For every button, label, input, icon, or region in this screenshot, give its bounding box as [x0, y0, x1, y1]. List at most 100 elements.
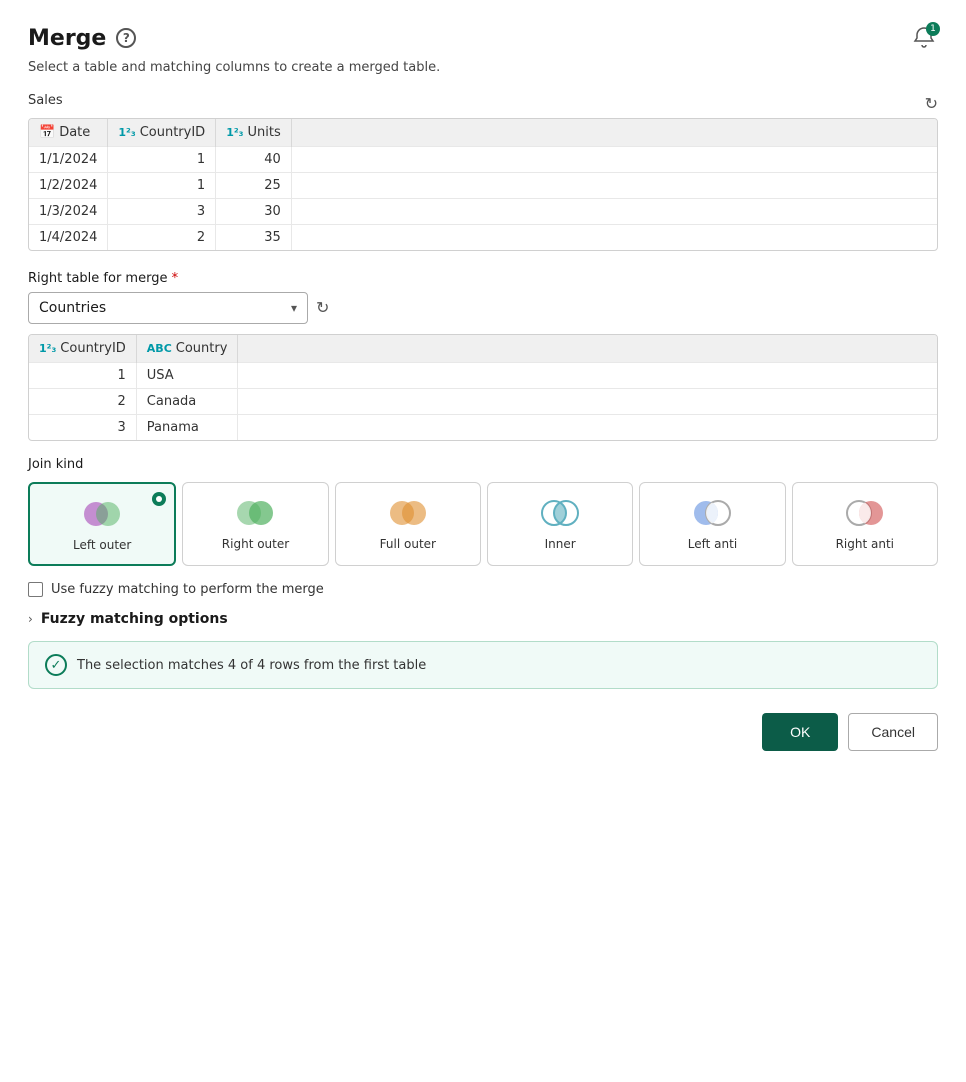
join-card-inner[interactable]: Inner: [487, 482, 633, 566]
table-row: 1/4/2024235: [29, 225, 937, 251]
cell-date: 1/2/2024: [29, 173, 108, 199]
right-anti-label: Right anti: [836, 537, 894, 551]
cell-countryid: 1: [108, 147, 216, 173]
left-anti-venn: [690, 498, 734, 528]
right-table-section: Right table for merge * Countries ▾ ↻: [28, 271, 938, 324]
cell-empty: [238, 363, 937, 389]
status-text: The selection matches 4 of 4 rows from t…: [77, 658, 426, 673]
col-countryid[interactable]: 1²₃ CountryID: [108, 119, 216, 147]
date-col-icon: 📅: [39, 125, 55, 140]
right-outer-icon-wrap: [233, 497, 277, 529]
right-outer-venn: [233, 498, 277, 528]
fuzzy-matching-label: Use fuzzy matching to perform the merge: [51, 582, 324, 597]
fuzzy-options-label: Fuzzy matching options: [41, 611, 228, 627]
left-anti-icon-wrap: [690, 497, 734, 529]
r-country-col-type: ABC: [147, 342, 172, 355]
units-col-type: 1²₃: [226, 126, 243, 139]
col-date[interactable]: 📅 Date: [29, 119, 108, 147]
dialog-header: Merge ? 1: [28, 24, 938, 52]
cell-units: 30: [216, 199, 292, 225]
cell-countryid: 2: [29, 389, 136, 415]
left-outer-icon-wrap: [80, 498, 124, 530]
cell-countryid: 3: [29, 415, 136, 441]
dropdown-arrow-icon: ▾: [291, 301, 297, 315]
r-col-country[interactable]: ABC Country: [136, 335, 238, 363]
left-table: 📅 Date 1²₃ CountryID 1²₃ Units: [28, 118, 938, 251]
left-table-refresh-button[interactable]: ↻: [925, 94, 938, 114]
cell-empty: [238, 415, 937, 441]
join-card-full-outer[interactable]: Full outer: [335, 482, 481, 566]
col-units-label: Units: [247, 125, 280, 140]
full-outer-label: Full outer: [380, 537, 436, 551]
left-table-label: Sales: [28, 93, 63, 108]
cell-date: 1/4/2024: [29, 225, 108, 251]
join-cards: Left outer Right outer Full outer Inner …: [28, 482, 938, 566]
dialog-title: Merge: [28, 26, 106, 51]
cancel-button[interactable]: Cancel: [848, 713, 938, 751]
cell-empty: [291, 225, 937, 251]
full-outer-venn: [386, 498, 430, 528]
col-countryid-label: CountryID: [140, 125, 206, 140]
full-outer-icon-wrap: [386, 497, 430, 529]
r-countryid-col-type: 1²₃: [39, 342, 56, 355]
right-table-refresh-button[interactable]: ↻: [316, 298, 329, 318]
help-icon[interactable]: ?: [116, 28, 136, 48]
selected-dot: [152, 492, 166, 506]
chevron-right-icon: ›: [28, 612, 33, 626]
cell-empty: [238, 389, 937, 415]
col-units[interactable]: 1²₃ Units: [216, 119, 292, 147]
right-table-dropdown[interactable]: Countries ▾: [28, 292, 308, 324]
cell-country: USA: [136, 363, 238, 389]
left-outer-venn: [80, 499, 124, 529]
inner-venn: [538, 498, 582, 528]
r-col-country-label: Country: [176, 341, 228, 356]
notification-icon[interactable]: 1: [910, 24, 938, 52]
left-table-header: Sales ↻: [28, 93, 938, 114]
r-col-countryid-label: CountryID: [60, 341, 126, 356]
right-table: 1²₃ CountryID ABC Country 1USA2Canada3Pa…: [28, 334, 938, 441]
fuzzy-options-row[interactable]: › Fuzzy matching options: [28, 611, 938, 627]
join-kind-label: Join kind: [28, 457, 938, 472]
cell-date: 1/1/2024: [29, 147, 108, 173]
cell-units: 40: [216, 147, 292, 173]
col-empty: [291, 119, 937, 147]
r-col-empty: [238, 335, 937, 363]
ok-button[interactable]: OK: [762, 713, 838, 751]
dialog-footer: OK Cancel: [28, 713, 938, 751]
table-row: 2Canada: [29, 389, 937, 415]
cell-units: 25: [216, 173, 292, 199]
right-outer-label: Right outer: [222, 537, 289, 551]
cell-empty: [291, 199, 937, 225]
col-date-label: Date: [59, 125, 90, 140]
countryid-col-type: 1²₃: [118, 126, 135, 139]
join-card-right-outer[interactable]: Right outer: [182, 482, 328, 566]
table-row: 3Panama: [29, 415, 937, 441]
table-row: 1/3/2024330: [29, 199, 937, 225]
right-table-label: Right table for merge *: [28, 271, 938, 286]
fuzzy-matching-checkbox[interactable]: [28, 582, 43, 597]
left-outer-label: Left outer: [73, 538, 131, 552]
cell-units: 35: [216, 225, 292, 251]
cell-countryid: 1: [108, 173, 216, 199]
table-row: 1/1/2024140: [29, 147, 937, 173]
cell-country: Panama: [136, 415, 238, 441]
left-anti-label: Left anti: [688, 537, 737, 551]
cell-countryid: 3: [108, 199, 216, 225]
cell-country: Canada: [136, 389, 238, 415]
status-check-icon: ✓: [45, 654, 67, 676]
dialog-subtitle: Select a table and matching columns to c…: [28, 60, 938, 75]
table-row: 1/2/2024125: [29, 173, 937, 199]
join-kind-section: Join kind Left outer Right outer Full ou…: [28, 457, 938, 566]
cell-countryid: 1: [29, 363, 136, 389]
join-card-left-anti[interactable]: Left anti: [639, 482, 785, 566]
cell-date: 1/3/2024: [29, 199, 108, 225]
status-message: ✓ The selection matches 4 of 4 rows from…: [28, 641, 938, 689]
title-group: Merge ?: [28, 26, 136, 51]
join-card-right-anti[interactable]: Right anti: [792, 482, 938, 566]
table-row: 1USA: [29, 363, 937, 389]
fuzzy-matching-row: Use fuzzy matching to perform the merge: [28, 582, 938, 597]
cell-empty: [291, 147, 937, 173]
r-col-countryid[interactable]: 1²₃ CountryID: [29, 335, 136, 363]
right-anti-venn: [843, 498, 887, 528]
join-card-left-outer[interactable]: Left outer: [28, 482, 176, 566]
